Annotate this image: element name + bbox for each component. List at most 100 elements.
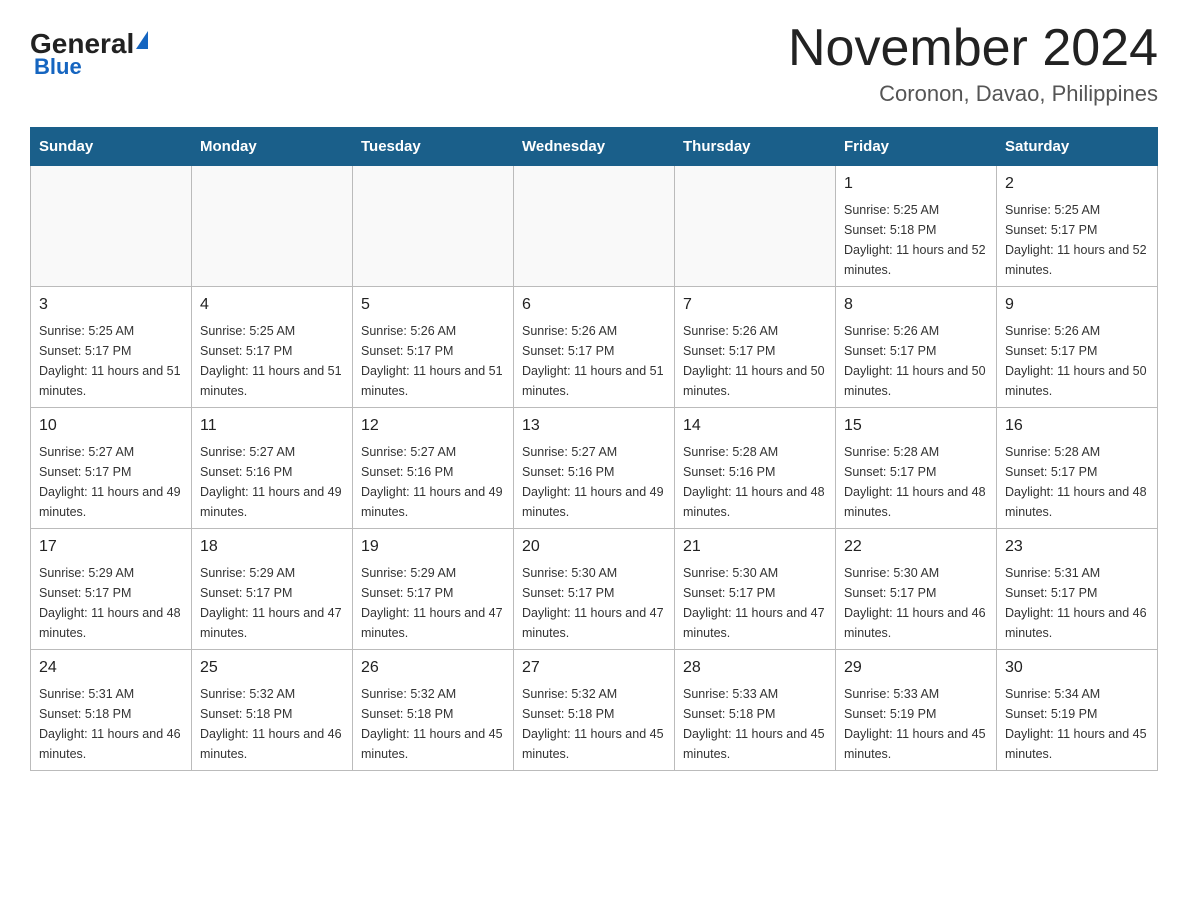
day-number: 29 <box>844 656 988 680</box>
calendar-cell: 16 Sunrise: 5:28 AMSunset: 5:17 PMDayligh… <box>997 408 1158 529</box>
logo: General Blue <box>30 20 148 80</box>
day-number: 15 <box>844 414 988 438</box>
day-sun-info: Sunrise: 5:27 AMSunset: 5:16 PMDaylight:… <box>200 442 344 522</box>
day-number: 10 <box>39 414 183 438</box>
calendar-cell: 5 Sunrise: 5:26 AMSunset: 5:17 PMDaylight… <box>353 287 514 408</box>
weekday-header-thursday: Thursday <box>675 128 836 166</box>
calendar-cell: 17 Sunrise: 5:29 AMSunset: 5:17 PMDayligh… <box>31 529 192 650</box>
week-row-2: 3 Sunrise: 5:25 AMSunset: 5:17 PMDaylight… <box>31 287 1158 408</box>
calendar-cell: 28 Sunrise: 5:33 AMSunset: 5:18 PMDayligh… <box>675 650 836 771</box>
week-row-1: 1 Sunrise: 5:25 AMSunset: 5:18 PMDaylight… <box>31 166 1158 287</box>
day-number: 27 <box>522 656 666 680</box>
calendar-cell: 10 Sunrise: 5:27 AMSunset: 5:17 PMDayligh… <box>31 408 192 529</box>
day-number: 8 <box>844 293 988 317</box>
weekday-header-saturday: Saturday <box>997 128 1158 166</box>
calendar-cell <box>353 166 514 287</box>
day-sun-info: Sunrise: 5:25 AMSunset: 5:17 PMDaylight:… <box>200 321 344 401</box>
day-sun-info: Sunrise: 5:32 AMSunset: 5:18 PMDaylight:… <box>361 684 505 764</box>
day-sun-info: Sunrise: 5:27 AMSunset: 5:16 PMDaylight:… <box>522 442 666 522</box>
day-sun-info: Sunrise: 5:26 AMSunset: 5:17 PMDaylight:… <box>1005 321 1149 401</box>
day-number: 26 <box>361 656 505 680</box>
day-sun-info: Sunrise: 5:29 AMSunset: 5:17 PMDaylight:… <box>39 563 183 643</box>
week-row-5: 24Sunrise: 5:31 AMSunset: 5:18 PMDayligh… <box>31 650 1158 771</box>
calendar-cell: 15 Sunrise: 5:28 AMSunset: 5:17 PMDayligh… <box>836 408 997 529</box>
weekday-header-wednesday: Wednesday <box>514 128 675 166</box>
calendar-cell: 6 Sunrise: 5:26 AMSunset: 5:17 PMDaylight… <box>514 287 675 408</box>
day-number: 28 <box>683 656 827 680</box>
calendar-cell: 2 Sunrise: 5:25 AMSunset: 5:17 PMDaylight… <box>997 166 1158 287</box>
calendar-cell: 12Sunrise: 5:27 AMSunset: 5:16 PMDayligh… <box>353 408 514 529</box>
logo-blue-text: Blue <box>34 54 82 80</box>
calendar-cell: 21 Sunrise: 5:30 AMSunset: 5:17 PMDayligh… <box>675 529 836 650</box>
calendar-cell: 25 Sunrise: 5:32 AMSunset: 5:18 PMDayligh… <box>192 650 353 771</box>
calendar-cell <box>31 166 192 287</box>
calendar-cell: 20Sunrise: 5:30 AMSunset: 5:17 PMDayligh… <box>514 529 675 650</box>
day-number: 30 <box>1005 656 1149 680</box>
day-number: 11 <box>200 414 344 438</box>
day-number: 2 <box>1005 172 1149 196</box>
calendar-cell: 1 Sunrise: 5:25 AMSunset: 5:18 PMDaylight… <box>836 166 997 287</box>
day-number: 25 <box>200 656 344 680</box>
day-number: 5 <box>361 293 505 317</box>
calendar-cell: 8 Sunrise: 5:26 AMSunset: 5:17 PMDaylight… <box>836 287 997 408</box>
calendar-cell: 22Sunrise: 5:30 AMSunset: 5:17 PMDayligh… <box>836 529 997 650</box>
day-number: 13 <box>522 414 666 438</box>
day-sun-info: Sunrise: 5:25 AMSunset: 5:17 PMDaylight:… <box>39 321 183 401</box>
calendar-cell <box>192 166 353 287</box>
day-number: 3 <box>39 293 183 317</box>
day-number: 1 <box>844 172 988 196</box>
calendar-cell: 23 Sunrise: 5:31 AMSunset: 5:17 PMDayligh… <box>997 529 1158 650</box>
calendar-cell: 30 Sunrise: 5:34 AMSunset: 5:19 PMDayligh… <box>997 650 1158 771</box>
day-sun-info: Sunrise: 5:28 AMSunset: 5:17 PMDaylight:… <box>1005 442 1149 522</box>
calendar-cell: 26 Sunrise: 5:32 AMSunset: 5:18 PMDayligh… <box>353 650 514 771</box>
calendar-table: SundayMondayTuesdayWednesdayThursdayFrid… <box>30 127 1158 771</box>
calendar-cell: 3 Sunrise: 5:25 AMSunset: 5:17 PMDaylight… <box>31 287 192 408</box>
calendar-cell <box>675 166 836 287</box>
month-title: November 2024 <box>788 20 1158 77</box>
day-number: 17 <box>39 535 183 559</box>
day-sun-info: Sunrise: 5:26 AMSunset: 5:17 PMDaylight:… <box>683 321 827 401</box>
calendar-cell: 18Sunrise: 5:29 AMSunset: 5:17 PMDayligh… <box>192 529 353 650</box>
day-number: 4 <box>200 293 344 317</box>
day-number: 14 <box>683 414 827 438</box>
day-sun-info: Sunrise: 5:30 AMSunset: 5:17 PMDaylight:… <box>844 563 988 643</box>
day-sun-info: Sunrise: 5:26 AMSunset: 5:17 PMDaylight:… <box>844 321 988 401</box>
calendar-cell: 27Sunrise: 5:32 AMSunset: 5:18 PMDayligh… <box>514 650 675 771</box>
day-number: 23 <box>1005 535 1149 559</box>
page-header: General Blue November 2024 Coronon, Dava… <box>30 20 1158 107</box>
day-sun-info: Sunrise: 5:27 AMSunset: 5:17 PMDaylight:… <box>39 442 183 522</box>
day-number: 6 <box>522 293 666 317</box>
day-sun-info: Sunrise: 5:31 AMSunset: 5:17 PMDaylight:… <box>1005 563 1149 643</box>
week-row-3: 10 Sunrise: 5:27 AMSunset: 5:17 PMDayligh… <box>31 408 1158 529</box>
day-number: 9 <box>1005 293 1149 317</box>
day-sun-info: Sunrise: 5:31 AMSunset: 5:18 PMDaylight:… <box>39 684 183 764</box>
day-sun-info: Sunrise: 5:27 AMSunset: 5:16 PMDaylight:… <box>361 442 505 522</box>
day-sun-info: Sunrise: 5:28 AMSunset: 5:17 PMDaylight:… <box>844 442 988 522</box>
day-sun-info: Sunrise: 5:25 AMSunset: 5:18 PMDaylight:… <box>844 200 988 280</box>
day-sun-info: Sunrise: 5:34 AMSunset: 5:19 PMDaylight:… <box>1005 684 1149 764</box>
calendar-cell: 13 Sunrise: 5:27 AMSunset: 5:16 PMDayligh… <box>514 408 675 529</box>
day-sun-info: Sunrise: 5:30 AMSunset: 5:17 PMDaylight:… <box>683 563 827 643</box>
day-sun-info: Sunrise: 5:32 AMSunset: 5:18 PMDaylight:… <box>200 684 344 764</box>
weekday-header-sunday: Sunday <box>31 128 192 166</box>
logo-triangle-icon <box>136 31 148 49</box>
calendar-cell: 4 Sunrise: 5:25 AMSunset: 5:17 PMDaylight… <box>192 287 353 408</box>
weekday-header-row: SundayMondayTuesdayWednesdayThursdayFrid… <box>31 128 1158 166</box>
day-sun-info: Sunrise: 5:26 AMSunset: 5:17 PMDaylight:… <box>361 321 505 401</box>
weekday-header-friday: Friday <box>836 128 997 166</box>
day-sun-info: Sunrise: 5:25 AMSunset: 5:17 PMDaylight:… <box>1005 200 1149 280</box>
day-sun-info: Sunrise: 5:33 AMSunset: 5:18 PMDaylight:… <box>683 684 827 764</box>
day-number: 7 <box>683 293 827 317</box>
day-number: 16 <box>1005 414 1149 438</box>
calendar-cell: 7 Sunrise: 5:26 AMSunset: 5:17 PMDaylight… <box>675 287 836 408</box>
day-number: 18 <box>200 535 344 559</box>
day-number: 21 <box>683 535 827 559</box>
calendar-cell: 24Sunrise: 5:31 AMSunset: 5:18 PMDayligh… <box>31 650 192 771</box>
day-sun-info: Sunrise: 5:26 AMSunset: 5:17 PMDaylight:… <box>522 321 666 401</box>
calendar-cell: 29 Sunrise: 5:33 AMSunset: 5:19 PMDayligh… <box>836 650 997 771</box>
calendar-cell: 19Sunrise: 5:29 AMSunset: 5:17 PMDayligh… <box>353 529 514 650</box>
day-sun-info: Sunrise: 5:33 AMSunset: 5:19 PMDaylight:… <box>844 684 988 764</box>
day-sun-info: Sunrise: 5:28 AMSunset: 5:16 PMDaylight:… <box>683 442 827 522</box>
day-sun-info: Sunrise: 5:29 AMSunset: 5:17 PMDaylight:… <box>361 563 505 643</box>
location-subtitle: Coronon, Davao, Philippines <box>788 81 1158 107</box>
